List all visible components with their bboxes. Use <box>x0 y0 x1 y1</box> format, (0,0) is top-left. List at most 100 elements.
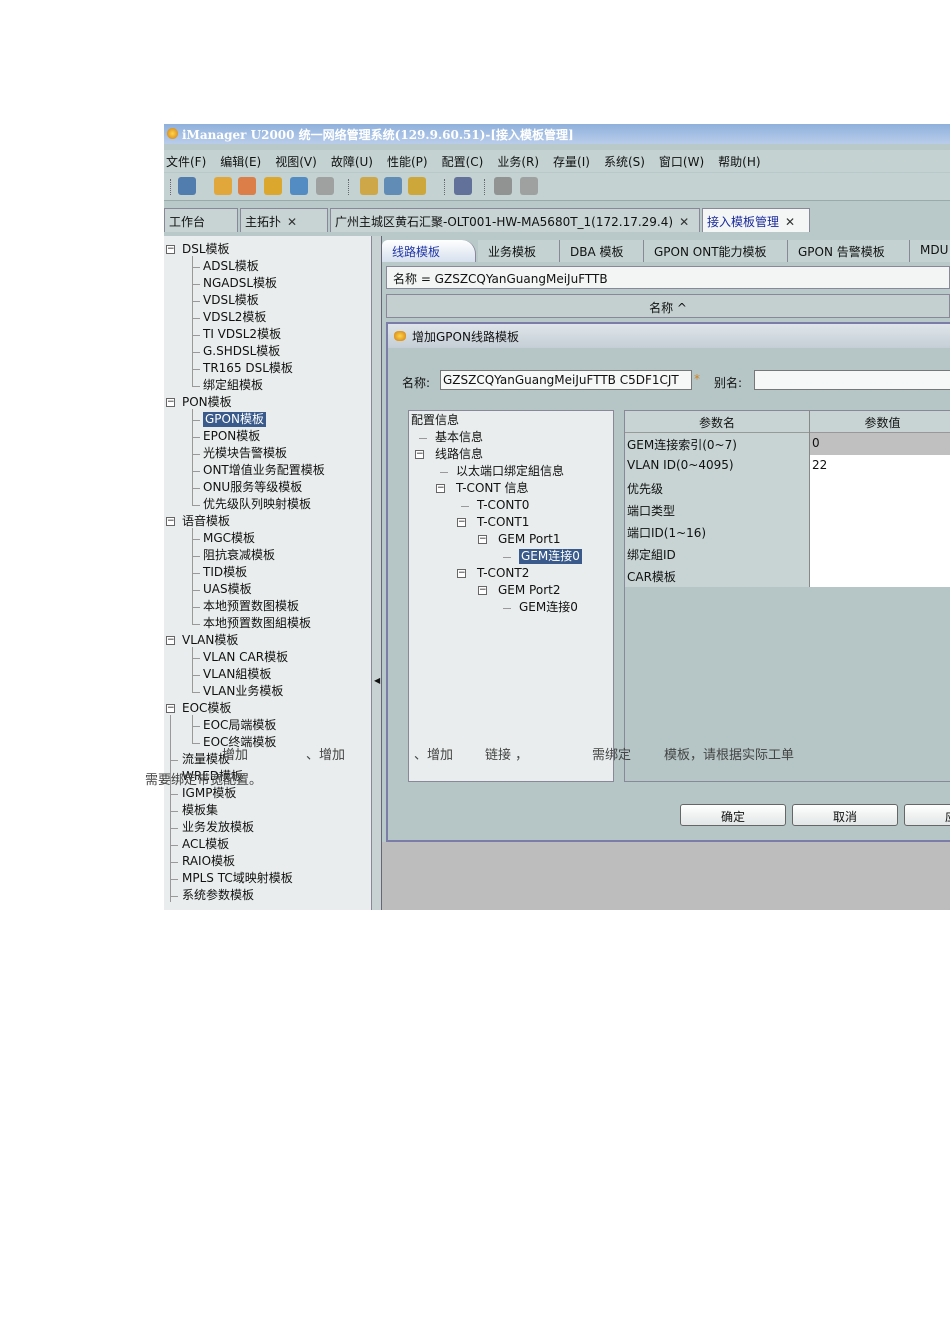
tree-item[interactable]: IGMP模板 <box>182 786 236 801</box>
config-tree-item[interactable]: T-CONT 信息 <box>456 481 529 496</box>
param-value[interactable] <box>810 521 950 543</box>
menu-0[interactable]: 文件(F) <box>164 150 210 170</box>
template-tab-4[interactable]: GPON 告警模板 <box>788 240 910 262</box>
param-value[interactable]: 22 <box>810 455 950 477</box>
tab-2[interactable]: 广州主城区黄石汇聚-OLT001-HW-MA5680T_1(172.17.29.… <box>330 208 700 232</box>
column-header-name[interactable]: 名称 ^ <box>386 294 950 318</box>
param-value[interactable] <box>810 477 950 499</box>
tree-item[interactable]: ONU服务等级模板 <box>203 480 302 495</box>
param-value[interactable] <box>810 543 950 565</box>
tree-item[interactable]: 业务发放模板 <box>182 820 254 835</box>
tree-item[interactable]: TI VDSL2模板 <box>203 327 281 342</box>
menu-1[interactable]: 编辑(E) <box>218 150 265 170</box>
menu-6[interactable]: 业务(R) <box>495 150 543 170</box>
config-tree-item[interactable]: GEM Port2 <box>498 583 560 598</box>
collapse-left-icon[interactable]: ◀ <box>374 676 380 685</box>
tree-item[interactable]: NGADSL模板 <box>203 276 277 291</box>
tree-item[interactable]: PON模板 <box>182 395 232 410</box>
menu-7[interactable]: 存量(I) <box>551 150 594 170</box>
tree-item[interactable]: VLAN CAR模板 <box>203 650 288 665</box>
tree-item[interactable]: EPON模板 <box>203 429 260 444</box>
splitter-handle[interactable]: ◀ <box>372 236 382 910</box>
close-icon[interactable]: ✕ <box>287 215 297 229</box>
template-tab-3[interactable]: GPON ONT能力模板 <box>644 240 788 262</box>
tree-item[interactable]: ACL模板 <box>182 837 229 852</box>
config-tree-item[interactable]: 以太端口绑定組信息 <box>456 464 564 479</box>
tree-item[interactable]: MGC模板 <box>203 531 255 546</box>
config-tree-item[interactable]: T-CONT2 <box>477 566 529 581</box>
menu-5[interactable]: 配置(C) <box>440 150 488 170</box>
close-icon[interactable]: ✕ <box>679 215 689 229</box>
name-input[interactable]: GZSZCQYanGuangMeiJuFTTB C5DF1CJT <box>440 370 692 390</box>
config-tree-item[interactable]: 基本信息 <box>435 430 483 445</box>
menu-8[interactable]: 系统(S) <box>602 150 649 170</box>
tree-item[interactable]: VDSL模板 <box>203 293 259 308</box>
tree-item[interactable]: RAIO模板 <box>182 854 235 869</box>
template-tab-2[interactable]: DBA 模板 <box>560 240 644 262</box>
tree-item[interactable]: EOC模板 <box>182 701 231 716</box>
tab-0[interactable]: 工作台 <box>164 208 238 232</box>
tools-icon[interactable] <box>494 177 512 195</box>
tree-item[interactable]: VLAN业务模板 <box>203 684 283 699</box>
collapse-icon[interactable]: − <box>166 704 175 713</box>
collapse-icon[interactable]: − <box>478 535 487 544</box>
param-value[interactable] <box>810 565 950 587</box>
menu-4[interactable]: 性能(P) <box>385 150 432 170</box>
topology-icon[interactable] <box>454 177 472 195</box>
lock-cancel-icon[interactable] <box>238 177 256 195</box>
collapse-icon[interactable]: − <box>457 518 466 527</box>
tree-item[interactable]: VDSL2模板 <box>203 310 266 325</box>
apply-button[interactable]: 应用 <box>904 804 950 826</box>
template-tab-5[interactable]: MDU <box>910 240 950 262</box>
tree-item[interactable]: GPON模板 <box>203 412 266 427</box>
new-topology-icon[interactable] <box>178 177 196 195</box>
tree-item[interactable]: 本地预置数图模板 <box>203 599 299 614</box>
config-tree-item[interactable]: GEM Port1 <box>498 532 560 547</box>
collapse-icon[interactable]: − <box>415 450 424 459</box>
config-tree-item[interactable]: GEM连接0 <box>519 600 578 615</box>
tree-item[interactable]: 绑定組模板 <box>203 378 263 393</box>
collapse-icon[interactable]: − <box>166 517 175 526</box>
tree-item[interactable]: 阻抗衰减模板 <box>203 548 275 563</box>
user-icon[interactable] <box>316 177 334 195</box>
close-icon[interactable]: ✕ <box>785 215 795 229</box>
tree-item[interactable]: EOC局端模板 <box>203 718 276 733</box>
tree-item[interactable]: DSL模板 <box>182 242 230 257</box>
tree-item[interactable]: VLAN模板 <box>182 633 238 648</box>
collapse-icon[interactable]: − <box>166 245 175 254</box>
alarm-search-icon[interactable] <box>384 177 402 195</box>
tree-item[interactable]: TID模板 <box>203 565 247 580</box>
param-value[interactable]: 0 <box>810 433 950 455</box>
menu-2[interactable]: 视图(V) <box>273 150 321 170</box>
menu-10[interactable]: 帮助(H) <box>716 150 764 170</box>
logout-icon[interactable] <box>214 177 232 195</box>
tree-item[interactable]: 优先级队列映射模板 <box>203 497 311 512</box>
alias-input[interactable] <box>754 370 950 390</box>
collapse-icon[interactable]: − <box>166 398 175 407</box>
tree-item[interactable]: ONT增值业务配置模板 <box>203 463 325 478</box>
config-tree-item[interactable]: GEM连接0 <box>519 549 582 564</box>
tree-item[interactable]: 语音模板 <box>182 514 230 529</box>
config-tree-item[interactable]: T-CONT0 <box>477 498 529 513</box>
collapse-icon[interactable]: − <box>478 586 487 595</box>
mute-icon[interactable] <box>408 177 426 195</box>
filter-bar[interactable]: 名称 = GZSZCQYanGuangMeiJuFTTB <box>386 266 950 289</box>
param-value[interactable] <box>810 499 950 521</box>
tab-1[interactable]: 主拓扑 ✕ <box>240 208 328 232</box>
collapse-icon[interactable]: − <box>166 636 175 645</box>
cancel-button[interactable]: 取消 <box>792 804 898 826</box>
tree-item[interactable]: 光模块告警模板 <box>203 446 287 461</box>
config-tree-item[interactable]: 线路信息 <box>435 447 483 462</box>
switch-user-icon[interactable] <box>290 177 308 195</box>
tree-item[interactable]: ADSL模板 <box>203 259 259 274</box>
ok-button[interactable]: 确定 <box>680 804 786 826</box>
config-tree-item[interactable]: T-CONT1 <box>477 515 529 530</box>
tree-item[interactable]: VLAN組模板 <box>203 667 271 682</box>
collapse-icon[interactable]: − <box>436 484 445 493</box>
menu-9[interactable]: 窗口(W) <box>657 150 708 170</box>
tree-item[interactable]: G.SHDSL模板 <box>203 344 280 359</box>
tree-item[interactable]: TR165 DSL模板 <box>203 361 293 376</box>
link-icon[interactable] <box>520 177 538 195</box>
tree-item[interactable]: MPLS TC域映射模板 <box>182 871 293 886</box>
tree-item[interactable]: 模板集 <box>182 803 218 818</box>
